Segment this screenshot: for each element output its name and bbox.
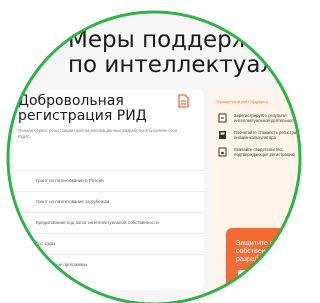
steps-panel-heading: Упрощенный учёт будущего [216,99,268,104]
service-card-description: Онлайн-сервис регистрации прав на иннова… [18,128,177,139]
list-item[interactable]: Грант на патентование за рубежом [14,191,204,212]
list-item[interactable]: Кредитование под залог интеллектуальной … [14,212,204,233]
step-text: Зарегистрируйте результат интеллектуальн… [234,113,298,123]
apply-button[interactable]: Подать заявку [238,270,278,280]
register-icon [218,113,227,123]
step-text: Посчитайте стоимость регистрации онлайн-… [234,130,302,140]
support-list: Грант на патентование в России Грант на … [14,170,204,275]
list-item[interactable]: Гос заказ [14,233,204,254]
list-item[interactable]: Отраслевые программы [14,254,204,275]
step-text: Скачайте свидетельство, подтверждающее р… [234,147,295,157]
page-title: Меры поддержки по интеллектуальной [68,28,302,78]
document-edit-icon [178,94,189,108]
certificate-icon [218,147,227,157]
calculator-icon [219,131,226,139]
page-root: Меры поддержки по интеллектуальной Добро… [0,0,302,303]
list-item[interactable]: Грант на патентование в России [14,170,204,191]
page-title-line1: Меры поддержки [68,27,282,53]
promo-text: Защитите свою собственность в разработке [236,240,290,263]
service-card-title: Добровольная регистрация РИД [18,93,147,124]
page-title-line2: по интеллектуальной [68,52,302,78]
